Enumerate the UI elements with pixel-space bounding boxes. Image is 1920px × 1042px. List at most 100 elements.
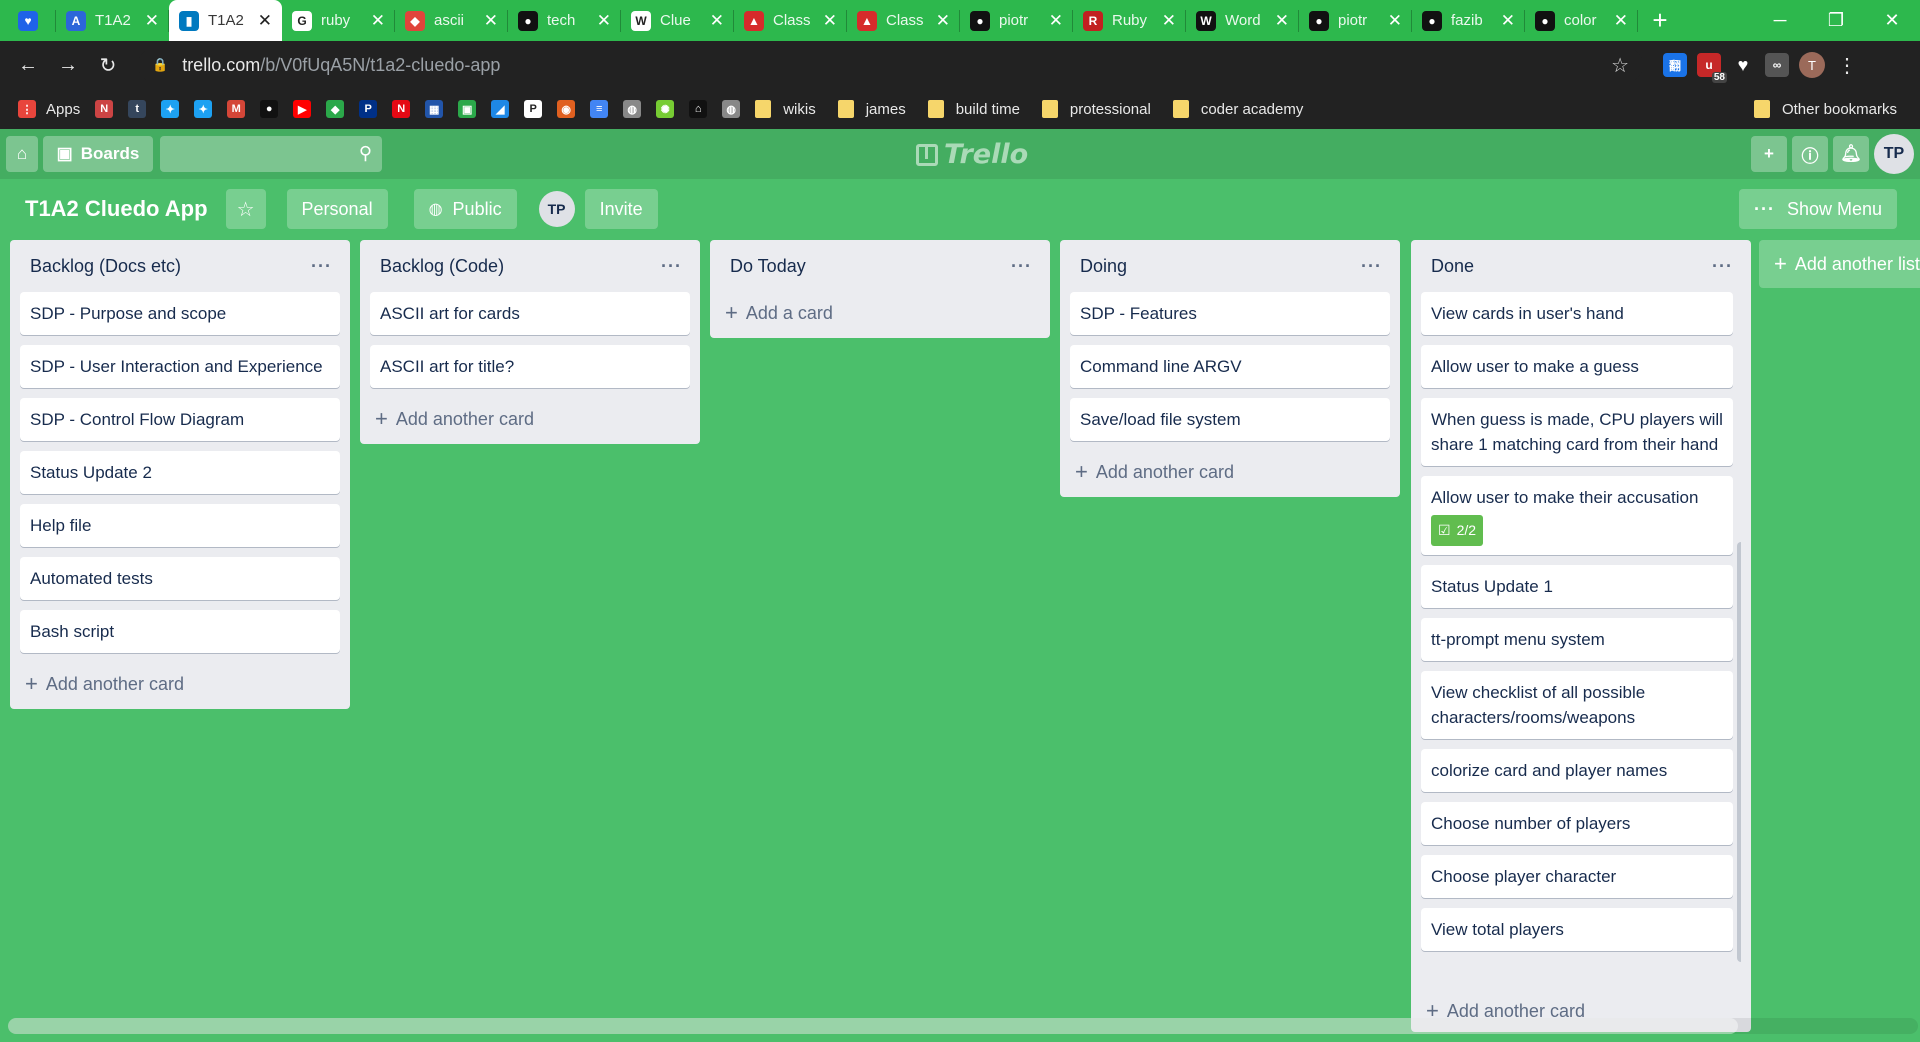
list-card[interactable]: Allow user to make a guess [1421,345,1733,388]
list-title[interactable]: Backlog (Docs etc) [30,256,181,277]
bookmark-item[interactable]: ▣ [458,100,477,118]
browser-tab[interactable]: W Word ✕ [1186,0,1299,41]
star-board-button[interactable]: ☆ [225,189,266,229]
list-menu-icon[interactable]: ··· [1361,256,1390,277]
list-card[interactable]: Bash script [20,610,340,653]
bookmark-folder[interactable]: wikis [755,100,816,118]
browser-tab[interactable]: ♥ [0,0,56,41]
scrollbar-thumb[interactable] [8,1018,1738,1034]
browser-tab[interactable]: R Ruby ✕ [1073,0,1186,41]
list-header[interactable]: Done ··· [1421,240,1741,292]
bookmark-item[interactable]: N [392,100,411,118]
vertical-scrollbar-thumb[interactable] [1737,542,1741,962]
list-header[interactable]: Doing ··· [1070,240,1390,292]
list-card[interactable]: SDP - Control Flow Diagram [20,398,340,441]
bookmark-item[interactable]: ◍ [623,100,642,118]
list-title[interactable]: Done [1431,256,1474,277]
list-title[interactable]: Doing [1080,256,1127,277]
back-icon[interactable]: ← [8,45,48,85]
list-header[interactable]: Backlog (Code) ··· [370,240,690,292]
list-title[interactable]: Do Today [730,256,806,277]
list-card[interactable]: View cards in user's hand [1421,292,1733,335]
list-card[interactable]: Help file [20,504,340,547]
info-button[interactable]: ⓘ [1792,136,1828,172]
close-tab-icon[interactable]: ✕ [1614,11,1628,31]
list-card[interactable]: View checklist of all possible character… [1421,671,1733,739]
forward-icon[interactable]: → [48,45,88,85]
list-header[interactable]: Backlog (Docs etc) ··· [20,240,340,292]
list-card[interactable]: SDP - Purpose and scope [20,292,340,335]
list-menu-icon[interactable]: ··· [661,256,690,277]
minimize-icon[interactable]: ─ [1752,0,1808,41]
bookmark-folder[interactable]: protessional [1041,100,1151,118]
close-tab-icon[interactable]: ✕ [1162,11,1176,31]
browser-tab[interactable]: ● fazib ✕ [1412,0,1525,41]
bookmark-item[interactable]: ⌂ [689,100,708,118]
bookmark-item[interactable]: M [227,100,246,118]
add-card-button[interactable]: + Add another card [1070,451,1390,493]
close-tab-icon[interactable]: ✕ [597,11,611,31]
bookmark-item[interactable]: ▶ [293,100,312,118]
list-card[interactable]: colorize card and player names [1421,749,1733,792]
chrome-menu-icon[interactable]: ⋮ [1835,45,1859,85]
list-card[interactable]: Status Update 1 [1421,565,1733,608]
close-tab-icon[interactable]: ✕ [1049,11,1063,31]
browser-tab[interactable]: W Clue ✕ [621,0,734,41]
list-card[interactable]: Choose player character [1421,855,1733,898]
close-tab-icon[interactable]: ✕ [371,11,385,31]
list-menu-icon[interactable]: ··· [311,256,340,277]
bookmark-item[interactable]: N [95,100,114,118]
bookmark-folder[interactable]: build time [927,100,1020,118]
member-avatar[interactable]: TP [538,191,575,227]
reload-icon[interactable]: ↻ [88,45,128,85]
notifications-button[interactable]: 🔔︎ [1833,136,1869,172]
list-card[interactable]: View total players [1421,908,1733,951]
list-card[interactable]: Save/load file system [1070,398,1390,441]
list-card[interactable]: Command line ARGV [1070,345,1390,388]
bookmark-item[interactable]: P [524,100,543,118]
bookmark-item[interactable]: ▦ [425,100,444,118]
close-tab-icon[interactable]: ✕ [484,11,498,31]
close-window-icon[interactable]: ✕ [1864,0,1920,41]
list-menu-icon[interactable]: ··· [1712,256,1741,277]
add-card-button[interactable]: + Add another card [370,398,690,440]
close-tab-icon[interactable]: ✕ [710,11,724,31]
bookmark-folder[interactable]: james [837,100,906,118]
browser-tab[interactable]: ▲ Class ✕ [734,0,847,41]
list-menu-icon[interactable]: ··· [1011,256,1040,277]
bookmark-item[interactable]: ◆ [326,100,345,118]
browser-tab[interactable]: ◆ ascii ✕ [395,0,508,41]
visibility-button[interactable]: ◍ Public [413,189,517,229]
browser-tab[interactable]: ▮ T1A2 ✕ [169,0,282,41]
add-list-button[interactable]: + Add another list [1759,240,1920,288]
list-card[interactable]: Choose number of players [1421,802,1733,845]
bookmark-item[interactable]: ⋮ Apps [18,100,80,118]
close-tab-icon[interactable]: ✕ [936,11,950,31]
add-card-button[interactable]: + Add another card [20,663,340,705]
bookmark-item[interactable]: ◍ [722,100,741,118]
close-tab-icon[interactable]: ✕ [1501,11,1515,31]
translate-icon[interactable]: 翻 [1663,53,1687,77]
browser-tab[interactable]: ● tech ✕ [508,0,621,41]
browser-tab[interactable]: ● color ✕ [1525,0,1638,41]
other-bookmarks[interactable]: Other bookmarks [1753,100,1897,118]
bookmark-item[interactable]: t [128,100,147,118]
bookmark-item[interactable]: ◢ [491,100,510,118]
list-card[interactable]: ASCII art for cards [370,292,690,335]
invite-button[interactable]: Invite [584,189,658,229]
close-tab-icon[interactable]: ✕ [1388,11,1402,31]
board-title[interactable]: T1A2 Cluedo App [25,196,208,222]
browser-tab[interactable]: ▲ Class ✕ [847,0,960,41]
bookmark-item[interactable]: ✺ [656,100,675,118]
browser-tab[interactable]: ● piotr ✕ [960,0,1073,41]
home-button[interactable]: ⌂ [6,136,38,172]
bookmark-folder[interactable]: coder academy [1172,100,1303,118]
list-card[interactable]: tt-prompt menu system [1421,618,1733,661]
close-tab-icon[interactable]: ✕ [145,11,159,31]
list-card[interactable]: SDP - Features [1070,292,1390,335]
address-bar[interactable]: 🔒 trello.com/b/V0fUqA5N/t1a2-cluedo-app … [138,47,1643,83]
bookmark-item[interactable]: P [359,100,378,118]
search-input[interactable]: ⚲ [160,136,382,172]
browser-tab[interactable]: ● piotr ✕ [1299,0,1412,41]
trello-logo[interactable]: Trello [916,139,1028,170]
